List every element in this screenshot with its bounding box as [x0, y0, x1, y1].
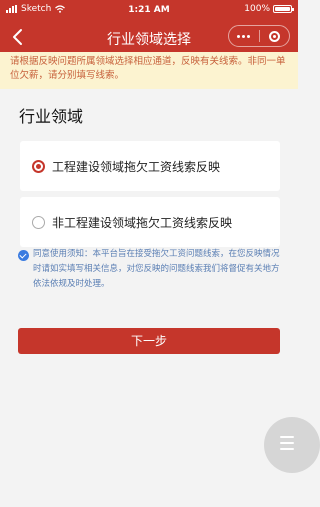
menu-icon [280, 436, 294, 454]
option-non-construction[interactable]: 非工程建设领域拖欠工资线索反映 [20, 197, 280, 247]
nav-bar: 行业领域选择 [0, 22, 298, 52]
more-icon[interactable] [229, 34, 259, 38]
notice-banner: 请根据反映问题所属领域选择相应通道，反映有关线索。非同一单位欠薪，请分别填写线索… [0, 52, 298, 89]
agreement-text: 同意使用须知：本平台旨在接受拖欠工资问题线索，在您反映情况时请如实填写相关信息，… [33, 249, 280, 289]
battery-icon [273, 5, 294, 13]
status-right: 100% [244, 4, 294, 14]
option-label: 非工程建设领域拖欠工资线索反映 [52, 215, 233, 230]
battery-percent: 100% [244, 4, 270, 14]
radio-checked-icon[interactable] [32, 159, 45, 173]
status-bar: Sketch 1:21 AM 100% [0, 0, 298, 22]
floating-menu-button[interactable] [264, 417, 320, 473]
option-label: 工程建设领域拖欠工资线索反映 [52, 159, 221, 174]
option-construction[interactable]: 工程建设领域拖欠工资线索反映 [20, 141, 280, 191]
section-title: 行业领域 [19, 107, 84, 126]
radio-unchecked-icon[interactable] [32, 215, 45, 229]
close-miniprogram-icon[interactable] [260, 30, 290, 42]
next-button[interactable]: 下一步 [18, 328, 280, 354]
agreement: 同意使用须知：本平台旨在接受拖欠工资问题线索，在您反映情况时请如实填写相关信息，… [18, 247, 282, 292]
agree-checkbox-icon[interactable] [18, 250, 29, 261]
mini-program-capsule [228, 25, 290, 47]
